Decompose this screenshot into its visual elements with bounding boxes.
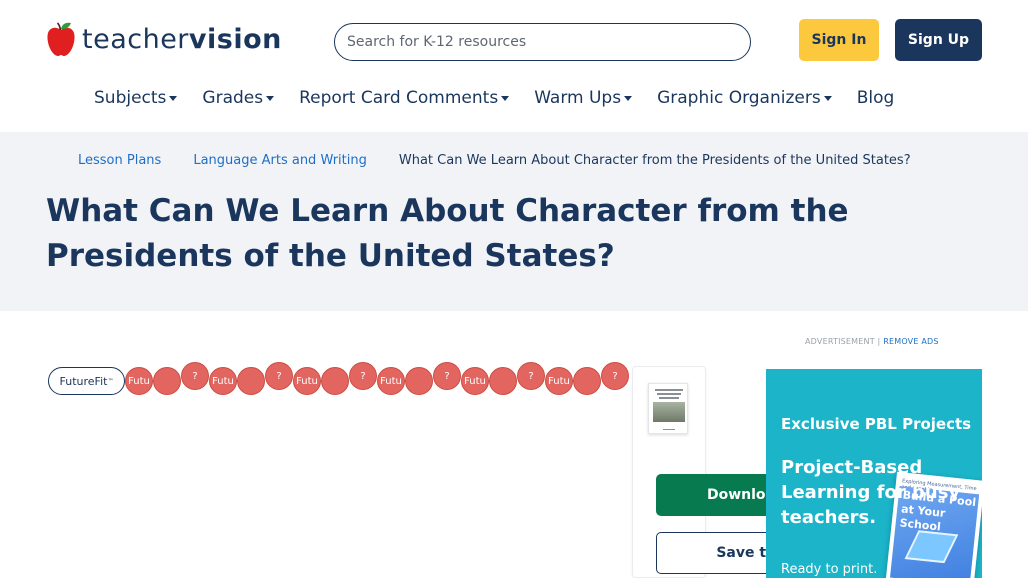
futurefit-circle-badge[interactable]: Futu: [545, 367, 573, 395]
caret-down-icon: [501, 96, 510, 101]
caret-down-icon: [823, 96, 832, 101]
ad-ready-text: Ready to print.: [781, 562, 878, 577]
nav-label: Report Card Comments: [299, 88, 499, 108]
futurefit-badge[interactable]: FutureFit ™: [48, 367, 125, 395]
caret-down-icon: [169, 96, 178, 101]
futurefit-circle-badge[interactable]: Futu: [377, 367, 405, 395]
logo-wordmark: teachervision: [82, 26, 282, 53]
futurefit-circle-badge[interactable]: Futu: [461, 367, 489, 395]
futurefit-circle-badge[interactable]: ?: [517, 362, 545, 390]
breadcrumb-link-lesson-plans[interactable]: Lesson Plans: [78, 153, 161, 168]
futurefit-circle-badge[interactable]: [321, 367, 349, 395]
breadcrumb-current: What Can We Learn About Character from t…: [398, 153, 911, 168]
futurefit-circle-badge[interactable]: ?: [601, 362, 629, 390]
nav-label: Blog: [856, 88, 895, 108]
nav-label: Graphic Organizers: [657, 88, 821, 108]
futurefit-circle-badge[interactable]: ?: [265, 362, 293, 390]
search-box: [334, 23, 751, 61]
futurefit-circle-badge[interactable]: ?: [433, 362, 461, 390]
nav-label: Subjects: [94, 88, 167, 108]
main-nav: Subjects Grades Report Card Comments War…: [94, 86, 894, 110]
futurefit-circle-badge[interactable]: [153, 367, 181, 395]
apple-icon: [47, 22, 75, 56]
nav-item-blog[interactable]: Blog: [857, 88, 895, 108]
sign-in-button[interactable]: Sign In: [799, 19, 879, 61]
futurefit-circle-badge[interactable]: ?: [349, 362, 377, 390]
nav-item-subjects[interactable]: Subjects: [94, 88, 178, 108]
remove-ads-link[interactable]: REMOVE ADS: [883, 337, 938, 346]
futurefit-circle-badge[interactable]: [405, 367, 433, 395]
advertisement-banner[interactable]: Exclusive PBL Projects Project-Based Lea…: [766, 369, 982, 578]
futurefit-circle-badge[interactable]: Futu: [209, 367, 237, 395]
nav-item-grades[interactable]: Grades: [202, 88, 275, 108]
advertisement-label: ADVERTISEMENT | REMOVE ADS: [805, 337, 939, 346]
search-input[interactable]: [335, 24, 750, 60]
trademark-mark: ™: [107, 377, 114, 385]
futurefit-circle-badge[interactable]: Futu: [293, 367, 321, 395]
futurefit-circle-badge[interactable]: ?: [181, 362, 209, 390]
site-logo[interactable]: teachervision: [46, 20, 282, 58]
futurefit-label: FutureFit: [59, 374, 108, 388]
futurefit-circle-badge[interactable]: [489, 367, 517, 395]
sign-up-button[interactable]: Sign Up: [895, 19, 982, 61]
caret-down-icon: [624, 96, 633, 101]
nav-label: Warm Ups: [534, 88, 622, 108]
logo-part-teacher: teacher: [82, 23, 189, 55]
ad-prefix: ADVERTISEMENT |: [805, 337, 881, 346]
nav-item-graphic-organizers[interactable]: Graphic Organizers: [657, 88, 832, 108]
futurefit-circle-badge[interactable]: [573, 367, 601, 395]
breadcrumb-link-language-arts[interactable]: Language Arts and Writing: [193, 153, 367, 168]
futurefit-circle-badge[interactable]: Futu: [125, 367, 153, 395]
logo-part-vision: vision: [188, 23, 282, 55]
nav-item-report-card-comments[interactable]: Report Card Comments: [299, 88, 510, 108]
page-title: What Can We Learn About Character from t…: [46, 193, 849, 274]
nav-item-warm-ups[interactable]: Warm Ups: [534, 88, 633, 108]
ad-heading: Exclusive PBL Projects: [781, 415, 972, 433]
futurefit-circle-badge[interactable]: [237, 367, 265, 395]
breadcrumb: Lesson Plans Language Arts and Writing W…: [78, 153, 911, 168]
caret-down-icon: [266, 96, 275, 101]
ad-headline: Project-Based Learning for busy teachers…: [781, 457, 961, 528]
nav-label: Grades: [202, 88, 264, 108]
resource-thumbnail[interactable]: [648, 383, 688, 434]
